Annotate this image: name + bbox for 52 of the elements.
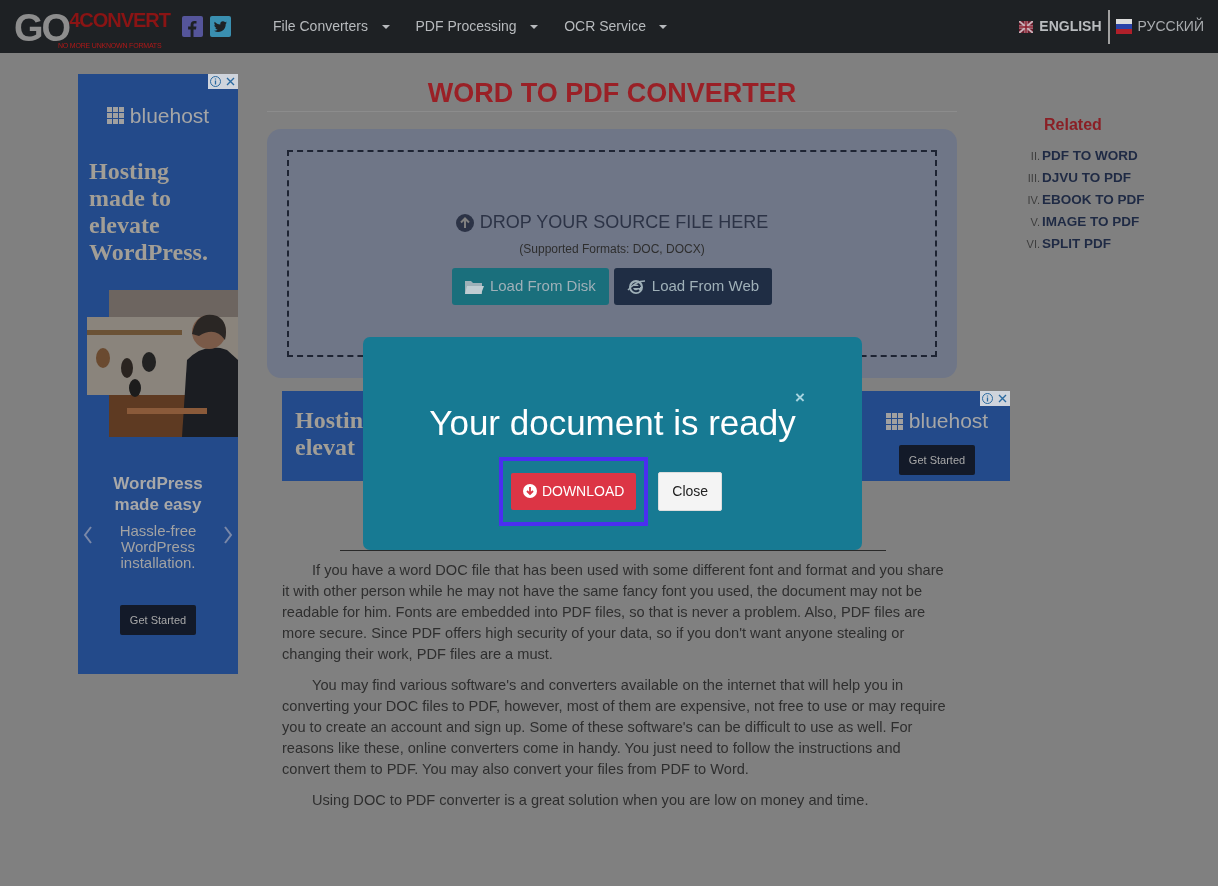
language-link[interactable]: РУССКИЙ (1115, 16, 1204, 37)
facebook-icon[interactable] (182, 16, 204, 37)
list-number: III. (1026, 171, 1041, 186)
slide-title: WordPress made easy (112, 472, 204, 515)
globe-e-icon (626, 278, 646, 296)
download-icon (522, 484, 537, 498)
list-number: V. (1029, 215, 1041, 230)
paragraph: You may find various software's and converters available on the internet that will help you in converting your DOC files to PDF, however, most of them are expensive, not free to use or may require you to create an account and sign up. Some of these software's can be difficult to use as well. For reasons like these, online converters come in handy. You just need to follow the instructions and convert them to PDF. You may also convert your files from PDF to Word. (282, 676, 947, 780)
related-link[interactable]: EBOOK TO PDF (1042, 189, 1145, 210)
brand-name: bluehost (908, 408, 989, 435)
load-button[interactable]: Load From Web (613, 268, 773, 305)
folder-icon (464, 278, 484, 296)
flag-icon (1019, 20, 1034, 33)
brand-name: bluehost (129, 103, 210, 129)
menu-dropdown[interactable]: PDF Processing (415, 16, 539, 37)
upload-icon (455, 213, 474, 232)
language-link[interactable]: ENGLISH (1019, 16, 1102, 37)
close-icon[interactable] (995, 391, 1010, 407)
related-link[interactable]: PDF TO WORD (1042, 145, 1138, 166)
menu-dropdown[interactable]: OCR Service (564, 16, 668, 37)
info-icon[interactable] (208, 74, 223, 89)
get-started-button[interactable]: Get Started (119, 604, 197, 635)
flag-icon (1115, 19, 1132, 34)
list-number: II. (1029, 149, 1041, 164)
slide-text: Hassle-free WordPress installation. (118, 522, 198, 571)
supported-formats: (Supported Formats: DOC, DOCX) (519, 241, 705, 259)
related-link[interactable]: SPLIT PDF (1042, 233, 1111, 254)
close-button[interactable]: × (795, 389, 805, 406)
page-title: WORD TO PDF CONVERTER (267, 77, 957, 113)
list-number: IV. (1026, 193, 1041, 208)
related-link[interactable]: IMAGE TO PDF (1042, 211, 1140, 232)
paragraph: Using DOC to PDF converter is a great solution when you are low on money and time. (311, 791, 870, 811)
download-button[interactable]: DOWNLOAD (510, 472, 637, 510)
ad-headline: Hosting made to elevate WordPress. (89, 157, 209, 266)
info-icon[interactable] (980, 391, 995, 407)
get-started-button[interactable]: Get Started (898, 444, 976, 476)
chevron-left-icon[interactable] (83, 526, 93, 544)
list-number: VI. (1025, 237, 1041, 252)
paragraph: If you have a word DOC file that has been used with some different font and format and you share it with other person while he may not have the same fancy font you used, the document may not be readable for him. Fonts are embedded into PDF files, so that is never a problem. Also, PDF files are more secure. Since PDF offers high security of your data, so if you don't want anyone stealing or changing their work, PDF files are a must. (282, 561, 945, 665)
twitter-icon[interactable] (210, 16, 232, 37)
close-button[interactable]: Close (658, 471, 723, 511)
ad-headline: Hostin (295, 407, 363, 435)
drop-instruction: DROP YOUR SOURCE FILE HERE (479, 211, 769, 235)
close-icon[interactable] (223, 74, 238, 89)
menu-dropdown[interactable]: File Converters (273, 16, 390, 37)
chevron-right-icon[interactable] (223, 526, 233, 544)
related-heading: Related (1044, 115, 1103, 135)
grid-icon (106, 107, 124, 125)
related-link[interactable]: DJVU TO PDF (1042, 167, 1131, 188)
ad-headline: elevat (295, 434, 356, 462)
grid-icon (885, 412, 903, 430)
dialog-title: Your document is ready (429, 402, 796, 444)
